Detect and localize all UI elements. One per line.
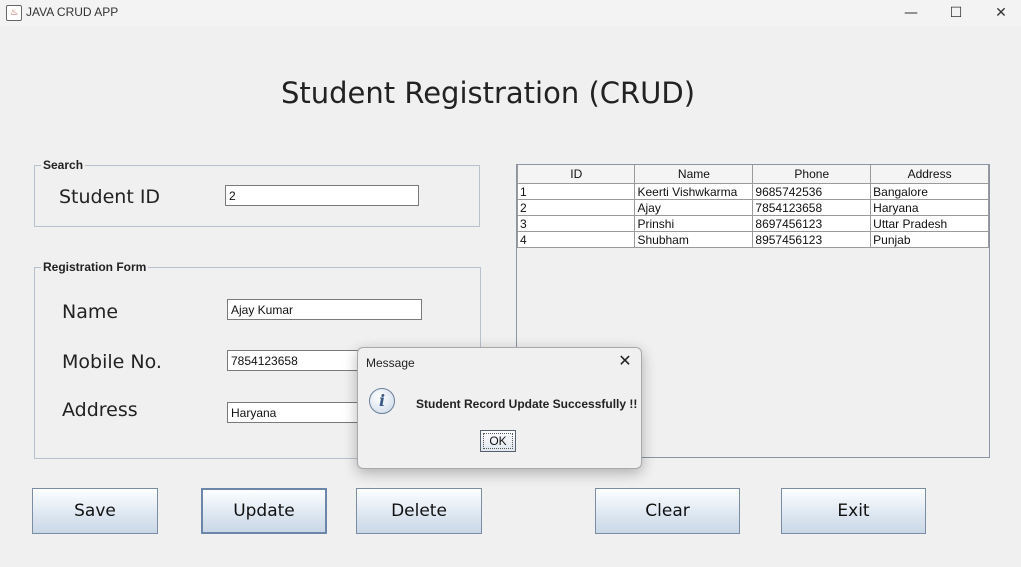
- table-row[interactable]: 2 Ajay 7854123658 Haryana: [516, 199, 989, 216]
- update-button[interactable]: Update: [201, 488, 327, 534]
- close-window-button[interactable]: ✕: [978, 0, 1021, 26]
- clear-button[interactable]: Clear: [595, 488, 740, 534]
- ok-button[interactable]: OK: [480, 430, 516, 452]
- student-id-label: Student ID: [59, 186, 161, 208]
- mobile-label: Mobile No.: [62, 351, 162, 373]
- info-icon: i: [369, 388, 395, 414]
- table-cell: Prinshi: [634, 215, 754, 232]
- table-row[interactable]: 1 Keerti Vishwkarma 9685742536 Bangalore: [516, 183, 989, 200]
- students-table: ID Name Phone Address 1 Keerti Vishwkarm…: [516, 165, 989, 248]
- name-label: Name: [62, 301, 119, 323]
- page-title: Student Registration (CRUD): [280, 76, 696, 110]
- table-cell: 3: [516, 215, 636, 232]
- maximize-button[interactable]: ☐: [933, 0, 979, 26]
- message-dialog: Message ✕ i Student Record Update Succes…: [357, 347, 642, 469]
- save-button[interactable]: Save: [32, 488, 158, 534]
- table-header-row: ID Name Phone Address: [516, 165, 989, 184]
- table-cell: Haryana: [870, 199, 989, 216]
- column-header-address[interactable]: Address: [870, 165, 989, 184]
- window-titlebar: ♨ JAVA CRUD APP — ☐ ✕: [0, 0, 1021, 26]
- table-cell: 2: [516, 199, 636, 216]
- java-icon: ♨: [6, 5, 22, 21]
- minimize-button[interactable]: —: [888, 0, 934, 26]
- table-row[interactable]: 3 Prinshi 8697456123 Uttar Pradesh: [516, 215, 989, 232]
- table-cell: Ajay: [634, 199, 754, 216]
- search-group-title: Search: [41, 158, 86, 172]
- table-cell: 9685742536: [752, 183, 872, 200]
- table-cell: 1: [516, 183, 636, 200]
- table-cell: 8957456123: [752, 231, 872, 248]
- dialog-message: Student Record Update Successfully !!: [416, 397, 638, 411]
- column-header-phone[interactable]: Phone: [752, 165, 872, 184]
- column-header-id[interactable]: ID: [516, 165, 636, 184]
- table-cell: Uttar Pradesh: [870, 215, 989, 232]
- registration-form-title: Registration Form: [41, 260, 149, 274]
- table-cell: Bangalore: [870, 183, 989, 200]
- student-id-input[interactable]: 2: [225, 185, 419, 206]
- delete-button[interactable]: Delete: [356, 488, 482, 534]
- dialog-close-icon[interactable]: ✕: [615, 351, 635, 371]
- address-label: Address: [62, 399, 138, 421]
- table-cell: 7854123658: [752, 199, 872, 216]
- table-cell: 8697456123: [752, 215, 872, 232]
- exit-button[interactable]: Exit: [781, 488, 926, 534]
- table-cell: Keerti Vishwkarma: [634, 183, 754, 200]
- table-cell: Punjab: [870, 231, 989, 248]
- table-row[interactable]: 4 Shubham 8957456123 Punjab: [516, 231, 989, 248]
- window-title: JAVA CRUD APP: [26, 5, 119, 19]
- table-cell: 4: [516, 231, 636, 248]
- dialog-title: Message: [366, 356, 415, 370]
- table-cell: Shubham: [634, 231, 754, 248]
- name-input[interactable]: Ajay Kumar: [227, 299, 422, 320]
- column-header-name[interactable]: Name: [634, 165, 754, 184]
